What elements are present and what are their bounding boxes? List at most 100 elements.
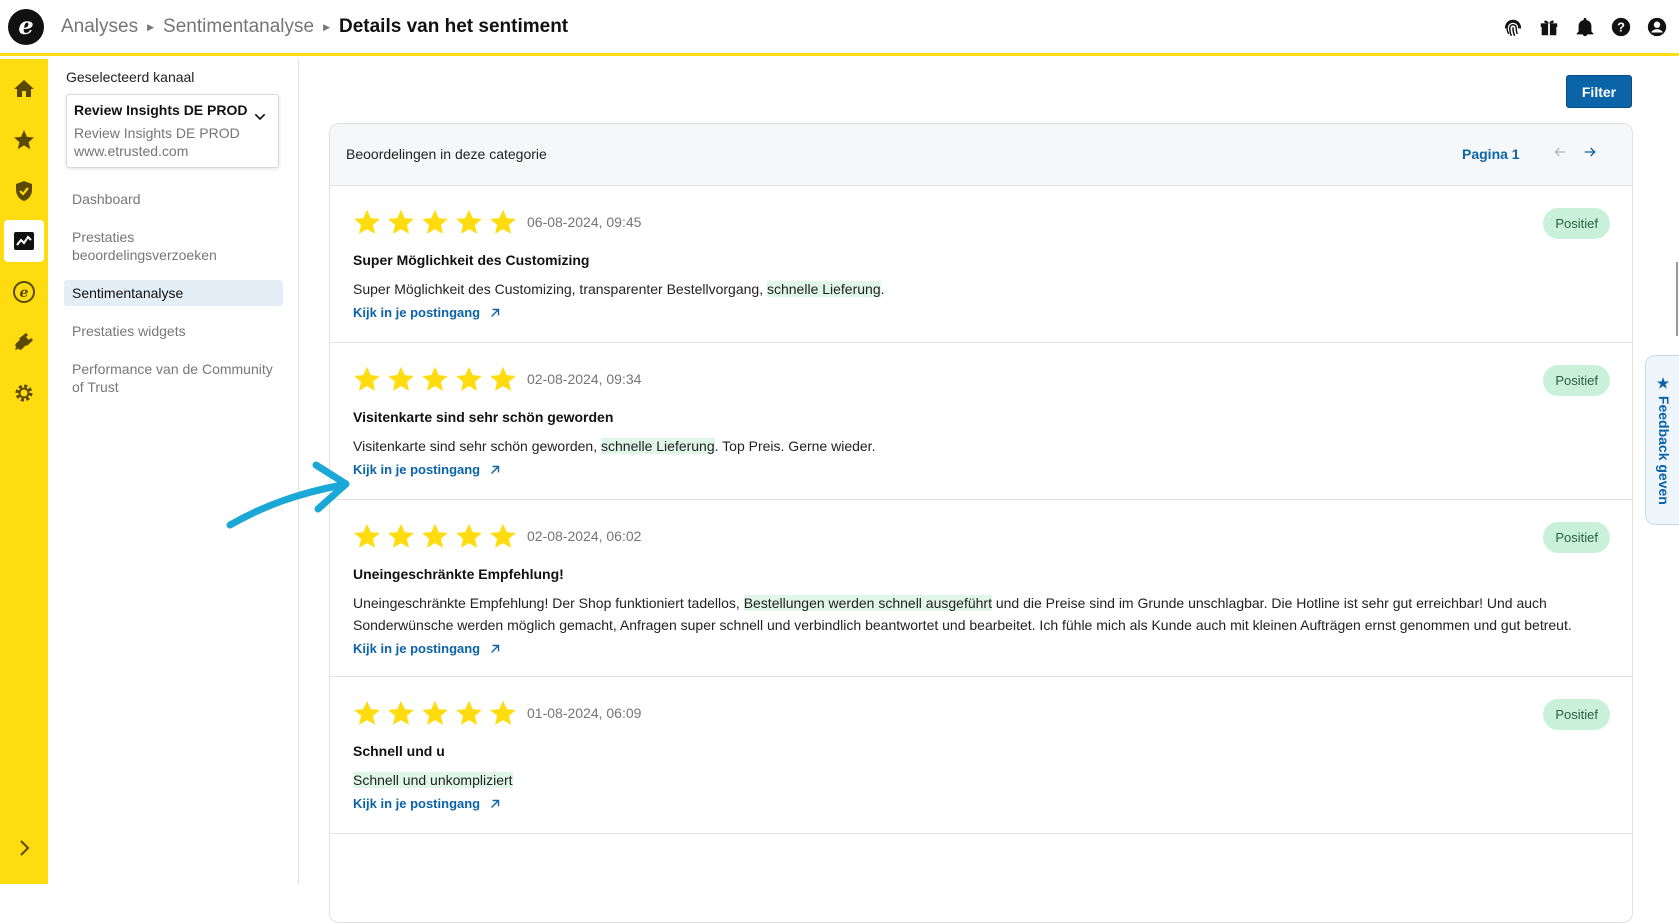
sidebar-item-dashboard[interactable]: Dashboard	[64, 186, 283, 212]
prev-page-icon[interactable]	[1552, 144, 1568, 165]
plug-icon[interactable]	[4, 321, 44, 363]
channel-label: Geselecteerd kanaal	[66, 69, 195, 85]
review-date: 06-08-2024, 09:45	[527, 214, 642, 230]
svg-text:?: ?	[1617, 20, 1625, 35]
star-icon	[422, 209, 448, 234]
external-link-icon	[491, 308, 500, 317]
feedback-tab[interactable]: ★ Feedback geven	[1645, 355, 1679, 525]
bell-icon[interactable]	[1573, 15, 1597, 39]
star-rating: 02-08-2024, 06:02	[353, 518, 1609, 554]
view-in-inbox-label: Kijk in je postingang	[353, 462, 481, 477]
star-icon	[456, 366, 482, 391]
review-text-part: . Top Preis. Gerne wieder.	[714, 438, 876, 454]
star-icon	[422, 366, 448, 391]
breadcrumb-sentimentanalyse[interactable]: Sentimentanalyse	[163, 16, 314, 38]
gear-icon[interactable]	[4, 372, 44, 414]
view-in-inbox-link[interactable]: Kijk in je postingang	[353, 641, 1609, 656]
filter-button[interactable]: Filter	[1566, 75, 1632, 108]
view-in-inbox-label: Kijk in je postingang	[353, 796, 481, 811]
gift-icon[interactable]	[1537, 15, 1561, 39]
chevron-right-icon[interactable]	[4, 827, 44, 869]
breadcrumb-analyses[interactable]: Analyses	[61, 16, 138, 38]
breadcrumb-separator-icon: ▶	[323, 21, 330, 32]
highlighted-phrase: Bestellungen werden schnell ausgeführt	[743, 595, 992, 611]
sentiment-badge: Positief	[1543, 208, 1610, 239]
top-icons: ?	[1501, 15, 1669, 39]
review-text-part: Super Möglichkeit des Customizing, trans…	[353, 281, 767, 297]
star-icon	[456, 209, 482, 234]
star-icon	[456, 700, 482, 725]
highlighted-phrase: schnelle Lieferung	[601, 438, 715, 454]
review-text-part: Visitenkarte sind sehr schön geworden,	[353, 438, 601, 454]
breadcrumb-separator-icon: ▶	[147, 21, 155, 32]
sidebar-nav: Dashboard Prestaties beoordelingsverzoek…	[64, 186, 283, 412]
star-icon	[422, 700, 448, 725]
review-title: Visitenkarte sind sehr schön geworden	[353, 409, 614, 425]
sidebar-item-sentimentanalyse[interactable]: Sentimentanalyse	[64, 280, 283, 306]
next-page-icon[interactable]	[1582, 144, 1598, 165]
etrusted-icon[interactable]: e	[4, 271, 44, 313]
feedback-label: ★ Feedback geven	[1656, 375, 1672, 505]
star-icon	[490, 700, 516, 725]
view-in-inbox-link[interactable]: Kijk in je postingang	[353, 305, 1609, 320]
etrusted-logo[interactable]: e	[8, 9, 44, 45]
review-item: 01-08-2024, 06:09 Positief Schnell und u…	[330, 677, 1632, 834]
review-text: Uneingeschränkte Empfehlung! Der Shop fu…	[353, 592, 1609, 636]
channel-selector[interactable]: Review Insights DE PROD Review Insights …	[66, 94, 279, 168]
external-link-icon	[491, 465, 500, 474]
star-icon[interactable]	[4, 119, 44, 161]
star-icon	[388, 523, 414, 548]
star-icon	[456, 523, 482, 548]
star-icon	[490, 523, 516, 548]
star-rating: 06-08-2024, 09:45	[353, 204, 1609, 240]
analytics-icon[interactable]	[4, 220, 44, 262]
star-icon	[388, 209, 414, 234]
help-icon[interactable]: ?	[1609, 15, 1633, 39]
sentiment-badge: Positief	[1543, 699, 1610, 730]
reviews-card: Beoordelingen in deze categorie Pagina 1…	[329, 123, 1633, 923]
star-icon	[354, 366, 380, 391]
review-title: Super Möglichkeit des Customizing	[353, 252, 590, 268]
review-item: 02-08-2024, 09:34 Positief Visitenkarte …	[330, 343, 1632, 500]
star-icon	[490, 366, 516, 391]
chevron-down-icon[interactable]	[252, 109, 268, 130]
star-rating: 02-08-2024, 09:34	[353, 361, 1609, 397]
sidebar-item-prestaties-widgets[interactable]: Prestaties widgets	[64, 318, 283, 344]
star-icon	[422, 523, 448, 548]
star-icon	[388, 366, 414, 391]
home-icon[interactable]	[4, 68, 44, 110]
view-in-inbox-label: Kijk in je postingang	[353, 641, 481, 656]
card-header: Beoordelingen in deze categorie Pagina 1	[330, 124, 1632, 186]
star-icon	[354, 209, 380, 234]
top-bar: e Analyses ▶ Sentimentanalyse ▶ Details …	[0, 0, 1679, 56]
review-title: Schnell und u	[353, 743, 445, 759]
sidebar-item-prestaties-beoordelingsverzoeken[interactable]: Prestaties beoordelingsverzoeken	[64, 224, 283, 268]
sidebar-item-community-of-trust[interactable]: Performance van de Community of Trust	[64, 356, 283, 400]
external-link-icon	[491, 644, 500, 653]
breadcrumb: Analyses ▶ Sentimentanalyse ▶ Details va…	[61, 16, 568, 38]
view-in-inbox-link[interactable]: Kijk in je postingang	[353, 462, 1609, 477]
review-title: Uneingeschränkte Empfehlung!	[353, 566, 564, 582]
star-icon	[490, 209, 516, 234]
review-item: 02-08-2024, 06:02 Positief Uneingeschrän…	[330, 500, 1632, 677]
page-indicator: Pagina 1	[1462, 146, 1520, 162]
annotation-arrow-icon	[226, 461, 350, 529]
star-icon	[354, 523, 380, 548]
star-icon	[354, 700, 380, 725]
scrollbar-thumb[interactable]	[1676, 262, 1678, 336]
svg-text:e: e	[20, 285, 29, 301]
page-title: Details van het sentiment	[339, 16, 569, 37]
fingerprint-icon[interactable]	[1501, 15, 1525, 39]
view-in-inbox-link[interactable]: Kijk in je postingang	[353, 796, 1609, 811]
review-item: 06-08-2024, 09:45 Positief Super Möglich…	[330, 186, 1632, 343]
review-text: Visitenkarte sind sehr schön geworden, s…	[353, 435, 1609, 457]
sentiment-badge: Positief	[1543, 365, 1610, 396]
shield-check-icon[interactable]	[4, 170, 44, 212]
review-date: 01-08-2024, 06:09	[527, 705, 642, 721]
review-date: 02-08-2024, 09:34	[527, 371, 642, 387]
review-text-part: Uneingeschränkte Empfehlung! Der Shop fu…	[353, 595, 744, 611]
highlighted-phrase: Schnell und unkompliziert	[353, 772, 513, 788]
review-text: Schnell und unkompliziert	[353, 769, 1609, 791]
account-icon[interactable]	[1645, 15, 1669, 39]
channel-subtitle: Review Insights DE PROD	[74, 125, 240, 141]
